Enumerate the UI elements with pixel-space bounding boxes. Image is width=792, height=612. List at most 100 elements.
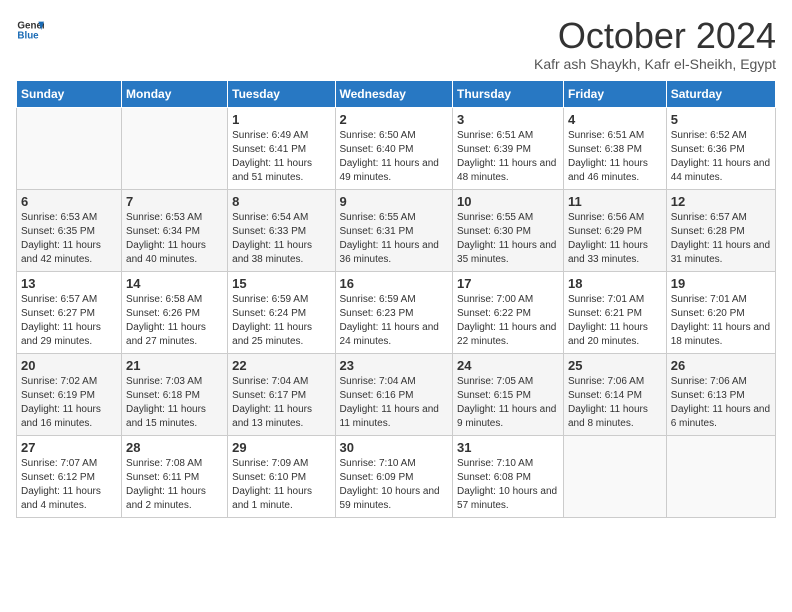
day-number: 12 [671,194,771,209]
day-info: Sunrise: 7:05 AM Sunset: 6:15 PM Dayligh… [457,375,559,431]
calendar-cell: 14 Sunrise: 6:58 AM Sunset: 6:26 PM Dayli… [122,271,228,353]
calendar-cell: 23 Sunrise: 7:04 AM Sunset: 6:16 PM Dayli… [335,353,453,435]
day-number: 28 [126,440,223,455]
day-number: 7 [126,194,223,209]
day-info: Sunrise: 6:51 AM Sunset: 6:39 PM Dayligh… [457,129,559,185]
day-number: 20 [21,358,117,373]
day-info: Sunrise: 7:04 AM Sunset: 6:16 PM Dayligh… [340,375,449,431]
calendar-cell: 30 Sunrise: 7:10 AM Sunset: 6:09 PM Dayli… [335,435,453,517]
calendar-cell: 15Sunrise: 6:59 AM Sunset: 6:24 PM Dayli… [228,271,335,353]
weekday-header: Friday [564,80,667,107]
day-info: Sunrise: 7:01 AM Sunset: 6:21 PM Dayligh… [568,293,662,349]
day-number: 2 [340,112,449,127]
weekday-header: Wednesday [335,80,453,107]
day-info: Sunrise: 7:02 AM Sunset: 6:19 PM Dayligh… [21,375,117,431]
day-number: 19 [671,276,771,291]
day-info: Sunrise: 6:49 AM Sunset: 6:41 PM Dayligh… [232,129,330,185]
day-number: 25 [568,358,662,373]
calendar-cell: 24 Sunrise: 7:05 AM Sunset: 6:15 PM Dayli… [453,353,564,435]
calendar-week-row: 1 Sunrise: 6:49 AM Sunset: 6:41 PM Daylig… [17,107,776,189]
day-number: 23 [340,358,449,373]
calendar-cell: 4Sunrise: 6:51 AM Sunset: 6:38 PM Daylig… [564,107,667,189]
day-info: Sunrise: 6:53 AM Sunset: 6:35 PM Dayligh… [21,211,117,267]
calendar-cell: 9Sunrise: 6:55 AM Sunset: 6:31 PM Daylig… [335,189,453,271]
calendar-week-row: 27 Sunrise: 7:07 AM Sunset: 6:12 PM Dayli… [17,435,776,517]
day-info: Sunrise: 6:54 AM Sunset: 6:33 PM Dayligh… [232,211,330,267]
day-number: 6 [21,194,117,209]
day-number: 4 [568,112,662,127]
calendar-week-row: 6 Sunrise: 6:53 AM Sunset: 6:35 PM Daylig… [17,189,776,271]
weekday-header: Sunday [17,80,122,107]
day-number: 11 [568,194,662,209]
calendar-cell: 1 Sunrise: 6:49 AM Sunset: 6:41 PM Daylig… [228,107,335,189]
day-number: 24 [457,358,559,373]
day-number: 18 [568,276,662,291]
day-number: 8 [232,194,330,209]
page-header: General Blue October 2024 Kafr ash Shayk… [16,16,776,72]
day-number: 10 [457,194,559,209]
calendar-cell: 22Sunrise: 7:04 AM Sunset: 6:17 PM Dayli… [228,353,335,435]
weekday-header: Tuesday [228,80,335,107]
calendar-cell: 13Sunrise: 6:57 AM Sunset: 6:27 PM Dayli… [17,271,122,353]
day-info: Sunrise: 6:57 AM Sunset: 6:27 PM Dayligh… [21,293,117,349]
day-info: Sunrise: 7:09 AM Sunset: 6:10 PM Dayligh… [232,457,330,513]
day-number: 16 [340,276,449,291]
day-info: Sunrise: 7:01 AM Sunset: 6:20 PM Dayligh… [671,293,771,349]
calendar-cell: 21Sunrise: 7:03 AM Sunset: 6:18 PM Dayli… [122,353,228,435]
calendar-cell: 29 Sunrise: 7:09 AM Sunset: 6:10 PM Dayli… [228,435,335,517]
day-info: Sunrise: 6:56 AM Sunset: 6:29 PM Dayligh… [568,211,662,267]
day-number: 17 [457,276,559,291]
day-info: Sunrise: 6:59 AM Sunset: 6:24 PM Dayligh… [232,293,330,349]
day-number: 27 [21,440,117,455]
calendar-cell: 16Sunrise: 6:59 AM Sunset: 6:23 PM Dayli… [335,271,453,353]
day-info: Sunrise: 7:06 AM Sunset: 6:13 PM Dayligh… [671,375,771,431]
calendar-cell: 31 Sunrise: 7:10 AM Sunset: 6:08 PM Dayli… [453,435,564,517]
day-number: 30 [340,440,449,455]
day-info: Sunrise: 6:58 AM Sunset: 6:26 PM Dayligh… [126,293,223,349]
calendar-cell: 19 Sunrise: 7:01 AM Sunset: 6:20 PM Dayli… [666,271,775,353]
calendar-cell: 18 Sunrise: 7:01 AM Sunset: 6:21 PM Dayli… [564,271,667,353]
calendar-cell: 17 Sunrise: 7:00 AM Sunset: 6:22 PM Dayli… [453,271,564,353]
title-block: October 2024 Kafr ash Shaykh, Kafr el-Sh… [534,16,776,72]
calendar-header: SundayMondayTuesdayWednesdayThursdayFrid… [17,80,776,107]
weekday-header: Saturday [666,80,775,107]
calendar-body: 1 Sunrise: 6:49 AM Sunset: 6:41 PM Daylig… [17,107,776,517]
day-info: Sunrise: 7:08 AM Sunset: 6:11 PM Dayligh… [126,457,223,513]
day-number: 14 [126,276,223,291]
day-info: Sunrise: 6:53 AM Sunset: 6:34 PM Dayligh… [126,211,223,267]
weekday-row: SundayMondayTuesdayWednesdayThursdayFrid… [17,80,776,107]
day-number: 21 [126,358,223,373]
calendar-cell [564,435,667,517]
day-info: Sunrise: 7:00 AM Sunset: 6:22 PM Dayligh… [457,293,559,349]
day-info: Sunrise: 6:57 AM Sunset: 6:28 PM Dayligh… [671,211,771,267]
weekday-header: Monday [122,80,228,107]
day-number: 29 [232,440,330,455]
svg-text:Blue: Blue [17,30,39,41]
day-info: Sunrise: 7:10 AM Sunset: 6:09 PM Dayligh… [340,457,449,513]
calendar-cell: 11 Sunrise: 6:56 AM Sunset: 6:29 PM Dayli… [564,189,667,271]
calendar-week-row: 13Sunrise: 6:57 AM Sunset: 6:27 PM Dayli… [17,271,776,353]
day-info: Sunrise: 6:55 AM Sunset: 6:30 PM Dayligh… [457,211,559,267]
day-number: 3 [457,112,559,127]
calendar-table: SundayMondayTuesdayWednesdayThursdayFrid… [16,80,776,518]
calendar-cell [17,107,122,189]
day-info: Sunrise: 7:10 AM Sunset: 6:08 PM Dayligh… [457,457,559,513]
day-number: 31 [457,440,559,455]
day-info: Sunrise: 7:07 AM Sunset: 6:12 PM Dayligh… [21,457,117,513]
calendar-cell: 20 Sunrise: 7:02 AM Sunset: 6:19 PM Dayli… [17,353,122,435]
calendar-cell [122,107,228,189]
calendar-cell: 10 Sunrise: 6:55 AM Sunset: 6:30 PM Dayli… [453,189,564,271]
day-info: Sunrise: 6:50 AM Sunset: 6:40 PM Dayligh… [340,129,449,185]
calendar-cell: 3 Sunrise: 6:51 AM Sunset: 6:39 PM Daylig… [453,107,564,189]
calendar-cell: 28 Sunrise: 7:08 AM Sunset: 6:11 PM Dayli… [122,435,228,517]
logo-icon: General Blue [16,16,44,44]
day-number: 5 [671,112,771,127]
calendar-cell: 8 Sunrise: 6:54 AM Sunset: 6:33 PM Daylig… [228,189,335,271]
location-subtitle: Kafr ash Shaykh, Kafr el-Sheikh, Egypt [534,56,776,72]
day-number: 1 [232,112,330,127]
calendar-cell: 2 Sunrise: 6:50 AM Sunset: 6:40 PM Daylig… [335,107,453,189]
weekday-header: Thursday [453,80,564,107]
day-number: 9 [340,194,449,209]
day-number: 22 [232,358,330,373]
logo: General Blue [16,16,44,44]
